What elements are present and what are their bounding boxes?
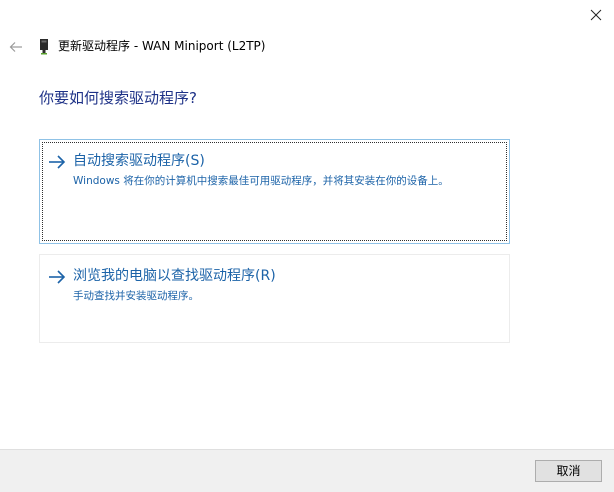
option-title: 自动搜索驱动程序(S) <box>73 153 205 169</box>
network-adapter-icon <box>40 39 48 55</box>
arrow-right-icon <box>49 270 66 284</box>
cancel-button[interactable]: 取消 <box>535 460 602 482</box>
option-description: Windows 将在你的计算机中搜索最佳可用驱动程序，并将其安装在你的设备上。 <box>73 175 449 187</box>
auto-search-option[interactable]: 自动搜索驱动程序(S) Windows 将在你的计算机中搜索最佳可用驱动程序，并… <box>39 139 510 244</box>
back-button[interactable] <box>6 37 26 57</box>
back-arrow-icon <box>9 42 22 52</box>
arrow-right-icon <box>49 155 66 169</box>
close-icon <box>590 9 602 21</box>
browse-computer-option[interactable]: 浏览我的电脑以查找驱动程序(R) 手动查找并安装驱动程序。 <box>39 254 510 343</box>
dialog-footer: 取消 <box>0 449 614 492</box>
close-button[interactable] <box>582 4 610 26</box>
window-title: 更新驱动程序 - WAN Miniport (L2TP) <box>58 39 266 53</box>
option-description: 手动查找并安装驱动程序。 <box>73 290 199 302</box>
page-heading: 你要如何搜索驱动程序? <box>39 89 197 107</box>
option-title: 浏览我的电脑以查找驱动程序(R) <box>73 268 276 284</box>
